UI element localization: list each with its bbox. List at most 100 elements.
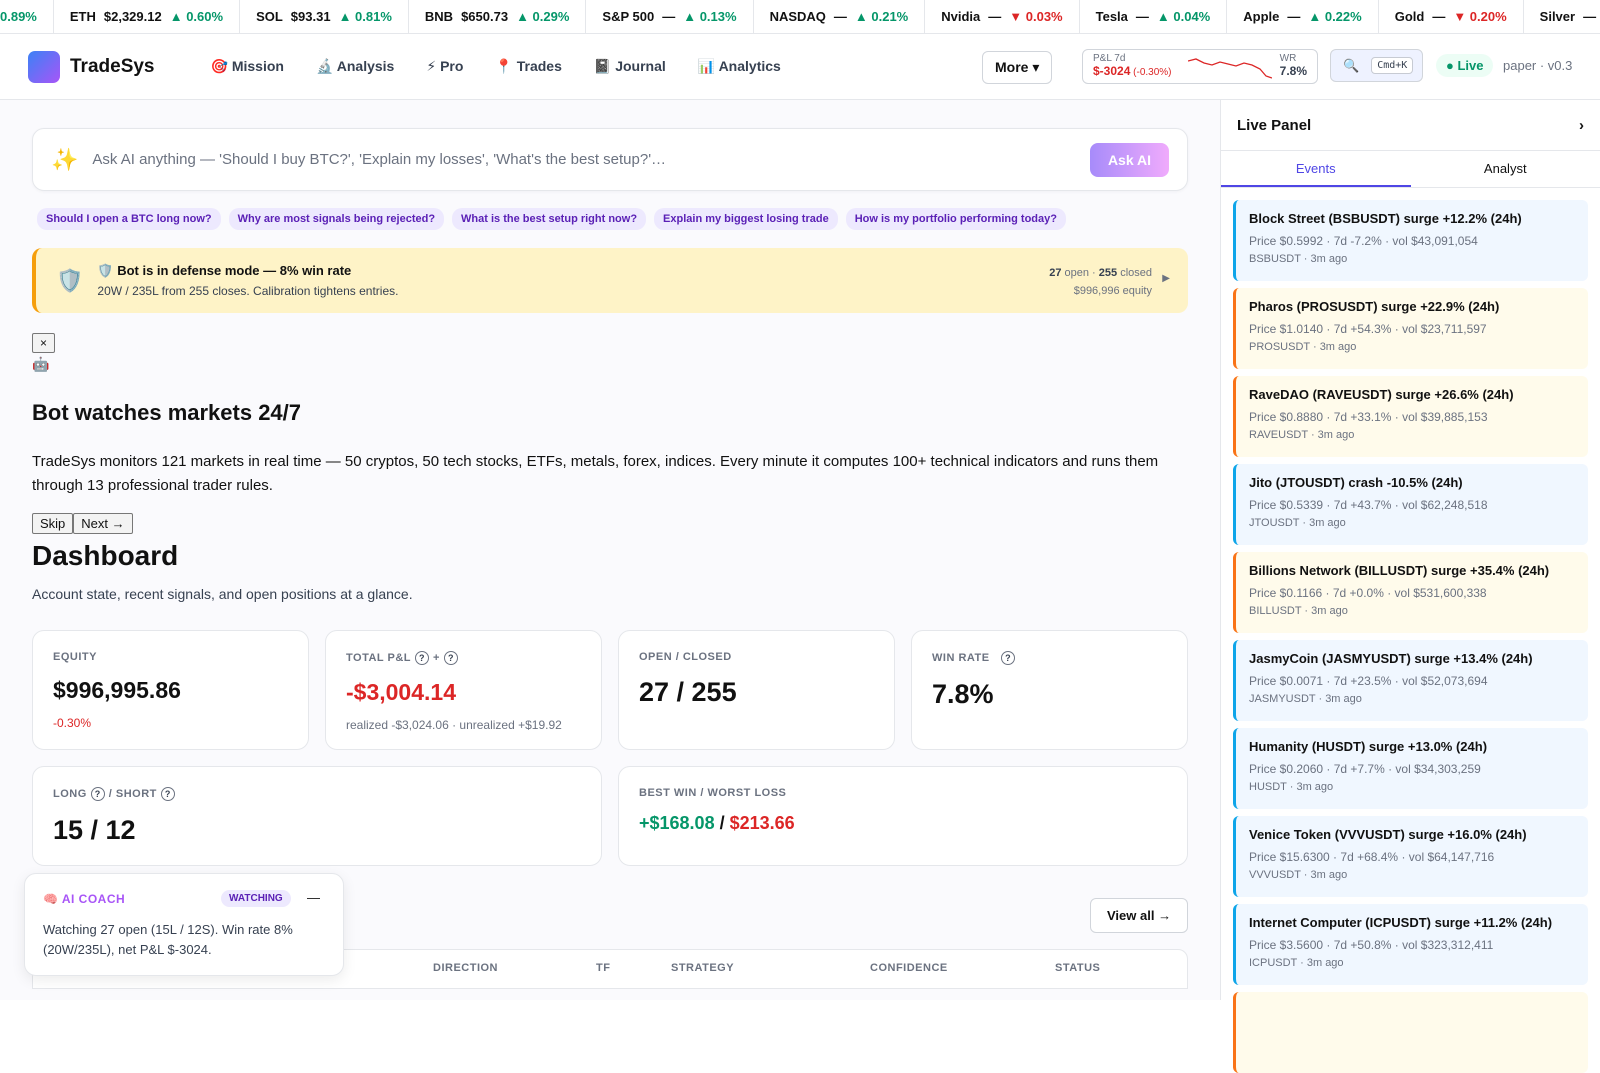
ticker-price: — xyxy=(1287,9,1300,24)
ticker-item[interactable]: Apple—▲ 0.22% xyxy=(1227,0,1378,34)
suggestion-chip[interactable]: Should I open a BTC long now? xyxy=(37,208,221,230)
nav-item[interactable]: 🔬 Analysis xyxy=(300,52,410,81)
view-all-button[interactable]: View all → xyxy=(1090,898,1188,933)
open-closed-card: OPEN / CLOSED 27 / 255 xyxy=(618,630,895,750)
event-detail: Price $15.6300 · 7d +68.4% · vol $64,147… xyxy=(1249,850,1575,864)
chevron-right-icon[interactable]: › xyxy=(1579,117,1584,134)
nav-item[interactable]: 📊 Analytics xyxy=(682,52,797,81)
search-button[interactable]: 🔍 Cmd+K xyxy=(1330,49,1423,82)
ticker-change: ▼ 0.03% xyxy=(1009,9,1062,24)
minimize-button[interactable]: — xyxy=(307,890,320,905)
event-card[interactable]: Venice Token (VVVUSDT) surge +16.0% (24h… xyxy=(1233,816,1588,897)
card-label: LONG?/ SHORT? xyxy=(53,787,581,801)
best-worst-card: BEST WIN / WORST LOSS +$168.08 / $213.66 xyxy=(618,766,1188,866)
suggestion-chip[interactable]: Explain my biggest losing trade xyxy=(654,208,838,230)
help-icon[interactable]: ? xyxy=(415,651,429,665)
equity-value: $996,995.86 xyxy=(53,677,288,704)
pnl-widget[interactable]: P&L 7d $-3024 (-0.30%) WR 7.8% xyxy=(1082,49,1318,84)
ask-ai-button[interactable]: Ask AI xyxy=(1090,143,1169,177)
event-sub: HUSDT · 3m ago xyxy=(1249,781,1575,793)
nav-item[interactable]: 📓 Journal xyxy=(578,52,682,81)
ticker-item[interactable]: SOL$93.31▲ 0.81% xyxy=(240,0,409,34)
help-icon[interactable]: ? xyxy=(161,787,175,801)
ticker-symbol: Tesla xyxy=(1096,9,1128,24)
event-card[interactable]: Pharos (PROSUSDT) surge +22.9% (24h)Pric… xyxy=(1233,288,1588,369)
defense-mode-banner[interactable]: 🛡️ 🛡️ Bot is in defense mode — 8% win ra… xyxy=(32,248,1188,313)
nav-item[interactable]: 🎯 Mission xyxy=(195,52,300,81)
event-detail: Price $0.1166 · 7d +0.0% · vol $531,600,… xyxy=(1249,586,1575,600)
brand-name[interactable]: TradeSys xyxy=(70,56,155,78)
ticker-item[interactable]: Tesla—▲ 0.04% xyxy=(1080,0,1228,34)
ticker-item[interactable]: BNB$650.73▲ 0.29% xyxy=(409,0,587,34)
ticker-item[interactable]: ETH$2,329.12▲ 0.60% xyxy=(54,0,240,34)
help-icon[interactable]: ? xyxy=(1001,651,1015,665)
event-title: RaveDAO (RAVEUSDT) surge +26.6% (24h) xyxy=(1249,387,1575,402)
page-subtitle: Account state, recent signals, and open … xyxy=(32,586,413,602)
help-icon[interactable]: ? xyxy=(91,787,105,801)
event-card[interactable]: Block Street (BSBUSDT) surge +12.2% (24h… xyxy=(1233,200,1588,281)
brand-logo[interactable] xyxy=(28,51,60,83)
ticker-price: — xyxy=(988,9,1001,24)
event-detail: Price $3.5600 · 7d +50.8% · vol $323,312… xyxy=(1249,938,1575,952)
event-card[interactable]: Humanity (HUSDT) surge +13.0% (24h)Price… xyxy=(1233,728,1588,809)
event-card[interactable]: JasmyCoin (JASMYUSDT) surge +13.4% (24h)… xyxy=(1233,640,1588,721)
pnl-percent: (-0.30%) xyxy=(1133,67,1171,78)
event-title: Venice Token (VVVUSDT) surge +16.0% (24h… xyxy=(1249,827,1575,842)
ticker-change: ▲ 0.22% xyxy=(1308,9,1361,24)
ask-ai-input[interactable]: Ask AI anything — 'Should I buy BTC?', '… xyxy=(92,151,1090,168)
ticker-item[interactable]: NASDAQ—▲ 0.21% xyxy=(754,0,926,34)
ask-ai-bar[interactable]: ✨ Ask AI anything — 'Should I buy BTC?',… xyxy=(32,128,1188,191)
ticker-price: $650.73 xyxy=(461,9,508,24)
ticker-item[interactable]: Silver—▼ 0.44% xyxy=(1524,0,1600,34)
long-label: LONG xyxy=(53,788,87,800)
worst-loss: $213.66 xyxy=(730,813,795,833)
next-button[interactable]: Next → xyxy=(73,513,132,534)
wr-value: 7.8% xyxy=(1280,64,1307,78)
help-icon[interactable]: ? xyxy=(444,651,458,665)
event-title: Pharos (PROSUSDT) surge +22.9% (24h) xyxy=(1249,299,1575,314)
close-onboarding-button[interactable]: × xyxy=(32,333,55,353)
ticker-price: $93.31 xyxy=(291,9,331,24)
col-strategy[interactable]: STRATEGY xyxy=(671,962,734,974)
event-card[interactable]: Jito (JTOUSDT) crash -10.5% (24h)Price $… xyxy=(1233,464,1588,545)
ticker-price: — xyxy=(662,9,675,24)
main-nav: 🎯 Mission🔬 Analysis⚡ Pro📍 Trades📓 Journa… xyxy=(195,52,797,81)
ticker-item[interactable]: 0.89% xyxy=(0,0,54,34)
wr-label: WR xyxy=(1280,53,1307,64)
ticker-item[interactable]: Gold—▼ 0.20% xyxy=(1379,0,1524,34)
ticker-item[interactable]: S&P 500—▲ 0.13% xyxy=(586,0,753,34)
col-confidence[interactable]: CONFIDENCE xyxy=(870,962,948,974)
event-card[interactable]: Internet Computer (ICPUSDT) surge +11.2%… xyxy=(1233,904,1588,985)
ticker-item[interactable]: Nvidia—▼ 0.03% xyxy=(925,0,1079,34)
ticker-change: ▲ 0.29% xyxy=(516,9,569,24)
suggestion-chip[interactable]: How is my portfolio performing today? xyxy=(846,208,1066,230)
suggestion-chip[interactable]: Why are most signals being rejected? xyxy=(229,208,444,230)
event-card[interactable] xyxy=(1233,992,1588,1073)
event-title: Internet Computer (ICPUSDT) surge +11.2%… xyxy=(1249,915,1575,930)
col-tf[interactable]: TF xyxy=(596,962,610,974)
live-status-badge: ● Live xyxy=(1436,54,1493,77)
suggestion-chip[interactable]: What is the best setup right now? xyxy=(452,208,646,230)
col-direction[interactable]: DIRECTION xyxy=(433,962,498,974)
suggestion-chips: Should I open a BTC long now? Why are mos… xyxy=(37,208,1066,230)
shield-icon: 🛡️ xyxy=(56,268,83,294)
live-panel: Live Panel › Events Analyst Block Street… xyxy=(1220,100,1600,1000)
event-sub: JTOUSDT · 3m ago xyxy=(1249,517,1575,529)
tab-analyst[interactable]: Analyst xyxy=(1411,151,1600,187)
win-rate-card: WIN RATE ? 7.8% xyxy=(911,630,1188,750)
more-menu-button[interactable]: More ▾ xyxy=(982,51,1052,84)
nav-item[interactable]: ⚡ Pro xyxy=(410,52,479,81)
col-status[interactable]: STATUS xyxy=(1055,962,1100,974)
event-title: Humanity (HUSDT) surge +13.0% (24h) xyxy=(1249,739,1575,754)
event-card[interactable]: RaveDAO (RAVEUSDT) surge +26.6% (24h)Pri… xyxy=(1233,376,1588,457)
long-short-value: 15 / 12 xyxy=(53,815,581,846)
expand-arrow-icon[interactable]: ▶ xyxy=(1162,273,1170,284)
event-title: Block Street (BSBUSDT) surge +12.2% (24h… xyxy=(1249,211,1575,226)
tab-events[interactable]: Events xyxy=(1221,151,1411,187)
event-detail: Price $0.5339 · 7d +43.7% · vol $62,248,… xyxy=(1249,498,1575,512)
skip-button[interactable]: Skip xyxy=(32,513,73,534)
defense-stats: 27 open · 255 closed $996,996 equity xyxy=(1049,264,1152,300)
event-card[interactable]: Billions Network (BILLUSDT) surge +35.4%… xyxy=(1233,552,1588,633)
pnl-breakdown: realized -$3,024.06 · unrealized +$19.92 xyxy=(346,718,581,732)
nav-item[interactable]: 📍 Trades xyxy=(479,52,577,81)
